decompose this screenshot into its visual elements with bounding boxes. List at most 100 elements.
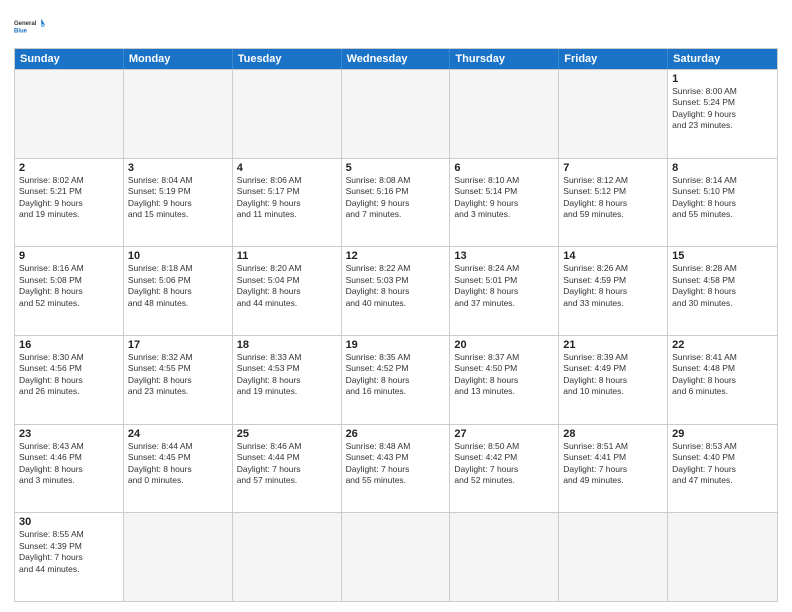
day-cell-18: 18Sunrise: 8:33 AM Sunset: 4:53 PM Dayli… — [233, 336, 342, 424]
day-info: Sunrise: 8:08 AM Sunset: 5:16 PM Dayligh… — [346, 175, 446, 221]
day-info: Sunrise: 8:33 AM Sunset: 4:53 PM Dayligh… — [237, 352, 337, 398]
day-info: Sunrise: 8:22 AM Sunset: 5:03 PM Dayligh… — [346, 263, 446, 309]
day-number: 19 — [346, 339, 446, 351]
day-info: Sunrise: 8:32 AM Sunset: 4:55 PM Dayligh… — [128, 352, 228, 398]
svg-text:General: General — [14, 21, 37, 27]
day-cell-4: 4Sunrise: 8:06 AM Sunset: 5:17 PM Daylig… — [233, 159, 342, 247]
day-number: 12 — [346, 250, 446, 262]
day-info: Sunrise: 8:55 AM Sunset: 4:39 PM Dayligh… — [19, 529, 119, 575]
header-day-monday: Monday — [124, 49, 233, 69]
day-number: 8 — [672, 162, 773, 174]
day-number: 10 — [128, 250, 228, 262]
empty-cell — [559, 513, 668, 601]
day-number: 6 — [454, 162, 554, 174]
day-number: 1 — [672, 73, 773, 85]
calendar-row-5: 30Sunrise: 8:55 AM Sunset: 4:39 PM Dayli… — [15, 512, 777, 601]
day-cell-15: 15Sunrise: 8:28 AM Sunset: 4:58 PM Dayli… — [668, 247, 777, 335]
day-info: Sunrise: 8:20 AM Sunset: 5:04 PM Dayligh… — [237, 263, 337, 309]
day-cell-13: 13Sunrise: 8:24 AM Sunset: 5:01 PM Dayli… — [450, 247, 559, 335]
day-info: Sunrise: 8:30 AM Sunset: 4:56 PM Dayligh… — [19, 352, 119, 398]
calendar-row-1: 2Sunrise: 8:02 AM Sunset: 5:21 PM Daylig… — [15, 158, 777, 247]
day-number: 26 — [346, 428, 446, 440]
day-cell-22: 22Sunrise: 8:41 AM Sunset: 4:48 PM Dayli… — [668, 336, 777, 424]
day-number: 28 — [563, 428, 663, 440]
day-number: 9 — [19, 250, 119, 262]
day-info: Sunrise: 8:02 AM Sunset: 5:21 PM Dayligh… — [19, 175, 119, 221]
day-cell-17: 17Sunrise: 8:32 AM Sunset: 4:55 PM Dayli… — [124, 336, 233, 424]
header-day-saturday: Saturday — [668, 49, 777, 69]
day-number: 16 — [19, 339, 119, 351]
logo: GeneralBlue — [14, 10, 46, 42]
day-cell-12: 12Sunrise: 8:22 AM Sunset: 5:03 PM Dayli… — [342, 247, 451, 335]
calendar-row-0: 1Sunrise: 8:00 AM Sunset: 5:24 PM Daylig… — [15, 69, 777, 158]
day-cell-1: 1Sunrise: 8:00 AM Sunset: 5:24 PM Daylig… — [668, 70, 777, 158]
day-info: Sunrise: 8:12 AM Sunset: 5:12 PM Dayligh… — [563, 175, 663, 221]
day-info: Sunrise: 8:06 AM Sunset: 5:17 PM Dayligh… — [237, 175, 337, 221]
header-day-wednesday: Wednesday — [342, 49, 451, 69]
day-cell-29: 29Sunrise: 8:53 AM Sunset: 4:40 PM Dayli… — [668, 425, 777, 513]
day-number: 4 — [237, 162, 337, 174]
day-info: Sunrise: 8:37 AM Sunset: 4:50 PM Dayligh… — [454, 352, 554, 398]
day-cell-19: 19Sunrise: 8:35 AM Sunset: 4:52 PM Dayli… — [342, 336, 451, 424]
calendar-row-2: 9Sunrise: 8:16 AM Sunset: 5:08 PM Daylig… — [15, 246, 777, 335]
day-info: Sunrise: 8:39 AM Sunset: 4:49 PM Dayligh… — [563, 352, 663, 398]
day-info: Sunrise: 8:46 AM Sunset: 4:44 PM Dayligh… — [237, 441, 337, 487]
empty-cell — [559, 70, 668, 158]
empty-cell — [233, 513, 342, 601]
day-info: Sunrise: 8:41 AM Sunset: 4:48 PM Dayligh… — [672, 352, 773, 398]
header-day-friday: Friday — [559, 49, 668, 69]
day-info: Sunrise: 8:18 AM Sunset: 5:06 PM Dayligh… — [128, 263, 228, 309]
day-cell-2: 2Sunrise: 8:02 AM Sunset: 5:21 PM Daylig… — [15, 159, 124, 247]
day-cell-6: 6Sunrise: 8:10 AM Sunset: 5:14 PM Daylig… — [450, 159, 559, 247]
day-info: Sunrise: 8:14 AM Sunset: 5:10 PM Dayligh… — [672, 175, 773, 221]
day-cell-30: 30Sunrise: 8:55 AM Sunset: 4:39 PM Dayli… — [15, 513, 124, 601]
day-cell-25: 25Sunrise: 8:46 AM Sunset: 4:44 PM Dayli… — [233, 425, 342, 513]
empty-cell — [450, 70, 559, 158]
day-number: 25 — [237, 428, 337, 440]
empty-cell — [15, 70, 124, 158]
empty-cell — [450, 513, 559, 601]
empty-cell — [668, 513, 777, 601]
day-number: 29 — [672, 428, 773, 440]
day-cell-20: 20Sunrise: 8:37 AM Sunset: 4:50 PM Dayli… — [450, 336, 559, 424]
day-cell-3: 3Sunrise: 8:04 AM Sunset: 5:19 PM Daylig… — [124, 159, 233, 247]
day-cell-7: 7Sunrise: 8:12 AM Sunset: 5:12 PM Daylig… — [559, 159, 668, 247]
day-info: Sunrise: 8:04 AM Sunset: 5:19 PM Dayligh… — [128, 175, 228, 221]
day-number: 14 — [563, 250, 663, 262]
day-cell-5: 5Sunrise: 8:08 AM Sunset: 5:16 PM Daylig… — [342, 159, 451, 247]
day-info: Sunrise: 8:16 AM Sunset: 5:08 PM Dayligh… — [19, 263, 119, 309]
day-info: Sunrise: 8:48 AM Sunset: 4:43 PM Dayligh… — [346, 441, 446, 487]
day-number: 7 — [563, 162, 663, 174]
day-number: 3 — [128, 162, 228, 174]
day-number: 24 — [128, 428, 228, 440]
day-info: Sunrise: 8:44 AM Sunset: 4:45 PM Dayligh… — [128, 441, 228, 487]
empty-cell — [342, 513, 451, 601]
header-day-sunday: Sunday — [15, 49, 124, 69]
day-number: 18 — [237, 339, 337, 351]
day-cell-8: 8Sunrise: 8:14 AM Sunset: 5:10 PM Daylig… — [668, 159, 777, 247]
day-cell-11: 11Sunrise: 8:20 AM Sunset: 5:04 PM Dayli… — [233, 247, 342, 335]
logo-icon: GeneralBlue — [14, 10, 46, 42]
svg-text:Blue: Blue — [14, 28, 28, 34]
day-cell-23: 23Sunrise: 8:43 AM Sunset: 4:46 PM Dayli… — [15, 425, 124, 513]
day-cell-28: 28Sunrise: 8:51 AM Sunset: 4:41 PM Dayli… — [559, 425, 668, 513]
day-info: Sunrise: 8:43 AM Sunset: 4:46 PM Dayligh… — [19, 441, 119, 487]
day-info: Sunrise: 8:35 AM Sunset: 4:52 PM Dayligh… — [346, 352, 446, 398]
empty-cell — [124, 70, 233, 158]
day-info: Sunrise: 8:28 AM Sunset: 4:58 PM Dayligh… — [672, 263, 773, 309]
day-cell-24: 24Sunrise: 8:44 AM Sunset: 4:45 PM Dayli… — [124, 425, 233, 513]
day-cell-16: 16Sunrise: 8:30 AM Sunset: 4:56 PM Dayli… — [15, 336, 124, 424]
day-info: Sunrise: 8:50 AM Sunset: 4:42 PM Dayligh… — [454, 441, 554, 487]
day-number: 22 — [672, 339, 773, 351]
day-info: Sunrise: 8:51 AM Sunset: 4:41 PM Dayligh… — [563, 441, 663, 487]
header-day-tuesday: Tuesday — [233, 49, 342, 69]
day-info: Sunrise: 8:24 AM Sunset: 5:01 PM Dayligh… — [454, 263, 554, 309]
day-cell-21: 21Sunrise: 8:39 AM Sunset: 4:49 PM Dayli… — [559, 336, 668, 424]
calendar-row-3: 16Sunrise: 8:30 AM Sunset: 4:56 PM Dayli… — [15, 335, 777, 424]
day-number: 27 — [454, 428, 554, 440]
empty-cell — [233, 70, 342, 158]
header-day-thursday: Thursday — [450, 49, 559, 69]
day-number: 30 — [19, 516, 119, 528]
day-number: 13 — [454, 250, 554, 262]
day-number: 5 — [346, 162, 446, 174]
